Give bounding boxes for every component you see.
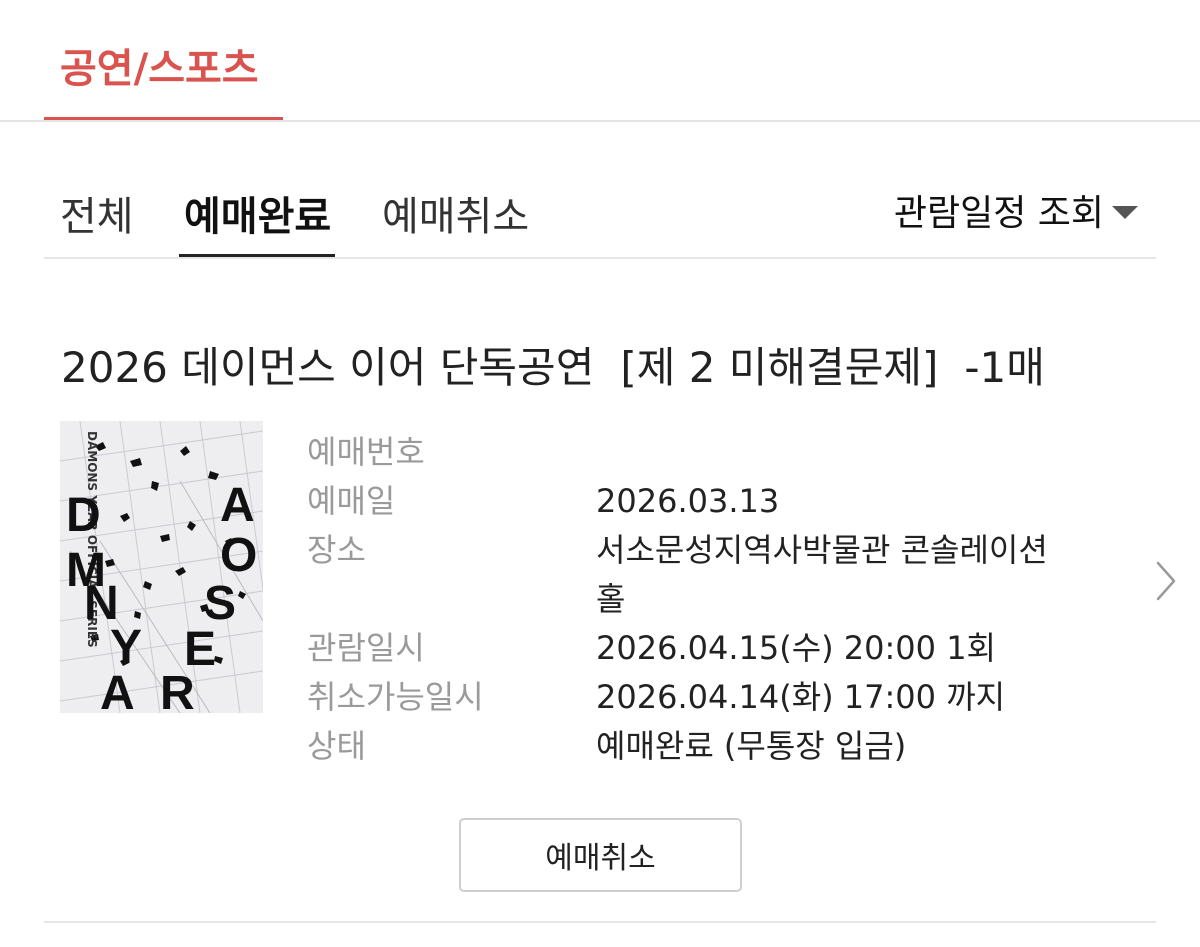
- event-poster[interactable]: DAMONS YEAR OFFICIAL SERIES D A M O N S …: [60, 421, 263, 713]
- detail-row-reservation-date: 예매일 2026.03.13: [307, 477, 1107, 526]
- bottom-divider: [44, 921, 1156, 923]
- reservation-number-label: 예매번호: [307, 433, 425, 471]
- cancel-reservation-button[interactable]: 예매취소: [459, 818, 742, 892]
- top-divider: [0, 120, 1200, 122]
- venue-value-line1: 서소문성지역사박물관 콘솔레이션: [596, 531, 1048, 569]
- tab-all[interactable]: 전체: [60, 184, 134, 242]
- show-time-label: 관람일시: [307, 629, 425, 667]
- poster-letter-a2: A: [100, 667, 135, 713]
- detail-row-status: 상태 예매완료 (무통장 입금): [307, 722, 1107, 771]
- chevron-right-icon[interactable]: [1152, 559, 1180, 603]
- cancel-deadline-value: 2026.04.14(화) 17:00 까지: [596, 678, 1006, 716]
- reservation-details: 예매번호 예매일 2026.03.13 장소 서소문성지역사박물관 콘솔레이션홀…: [307, 428, 1107, 771]
- event-subtitle: [제 2 미해결문제]: [620, 343, 939, 392]
- venue-value-line2: 홀: [596, 580, 626, 618]
- venue-value: 서소문성지역사박물관 콘솔레이션홀: [596, 526, 1076, 624]
- venue-label: 장소: [307, 531, 366, 569]
- category-tab-label: 공연/스포츠: [60, 46, 259, 92]
- caret-down-icon: [1112, 205, 1138, 219]
- category-tab-performance-sports[interactable]: 공연/스포츠: [44, 0, 283, 122]
- tabs-divider: [44, 257, 1156, 259]
- schedule-filter-label: 관람일정 조회: [893, 193, 1104, 234]
- status-value: 예매완료 (무통장 입금): [596, 727, 907, 765]
- detail-row-show-time: 관람일시 2026.04.15(수) 20:00 1회: [307, 624, 1107, 673]
- status-label: 상태: [307, 727, 366, 765]
- ticket-quantity: -1매: [964, 343, 1045, 392]
- poster-letter-r: R: [160, 667, 195, 713]
- detail-row-venue: 장소 서소문성지역사박물관 콘솔레이션홀: [307, 526, 1107, 624]
- tab-reservation-cancelled[interactable]: 예매취소: [382, 184, 529, 242]
- reservation-number-value: [596, 428, 1076, 477]
- cancel-deadline-label: 취소가능일시: [307, 678, 484, 716]
- poster-letter-d: D: [66, 489, 101, 542]
- detail-row-reservation-number: 예매번호: [307, 428, 1107, 477]
- ticket-reservation-page: 공연/스포츠 전체 예매완료 예매취소 관람일정 조회 2026 데이먼스 이어…: [0, 0, 1200, 947]
- schedule-filter-dropdown[interactable]: 관람일정 조회: [894, 184, 1138, 236]
- reservation-date-label: 예매일: [307, 482, 396, 520]
- poster-letter-a: A: [220, 479, 255, 532]
- poster-letter-o: O: [220, 529, 257, 582]
- reservation-date-value: 2026.03.13: [596, 482, 780, 520]
- tab-reservation-complete[interactable]: 예매완료: [184, 184, 331, 242]
- show-time-value: 2026.04.15(수) 20:00 1회: [596, 629, 996, 667]
- detail-row-cancel-deadline: 취소가능일시 2026.04.14(화) 17:00 까지: [307, 673, 1107, 722]
- event-title[interactable]: 2026 데이먼스 이어 단독공연 [제 2 미해결문제] -1매: [61, 334, 1045, 395]
- status-tabs: 전체 예매완료 예매취소 관람일정 조회: [44, 160, 1156, 260]
- poster-image: DAMONS YEAR OFFICIAL SERIES D A M O N S …: [60, 421, 263, 713]
- event-name: 2026 데이먼스 이어 단독공연: [61, 343, 595, 392]
